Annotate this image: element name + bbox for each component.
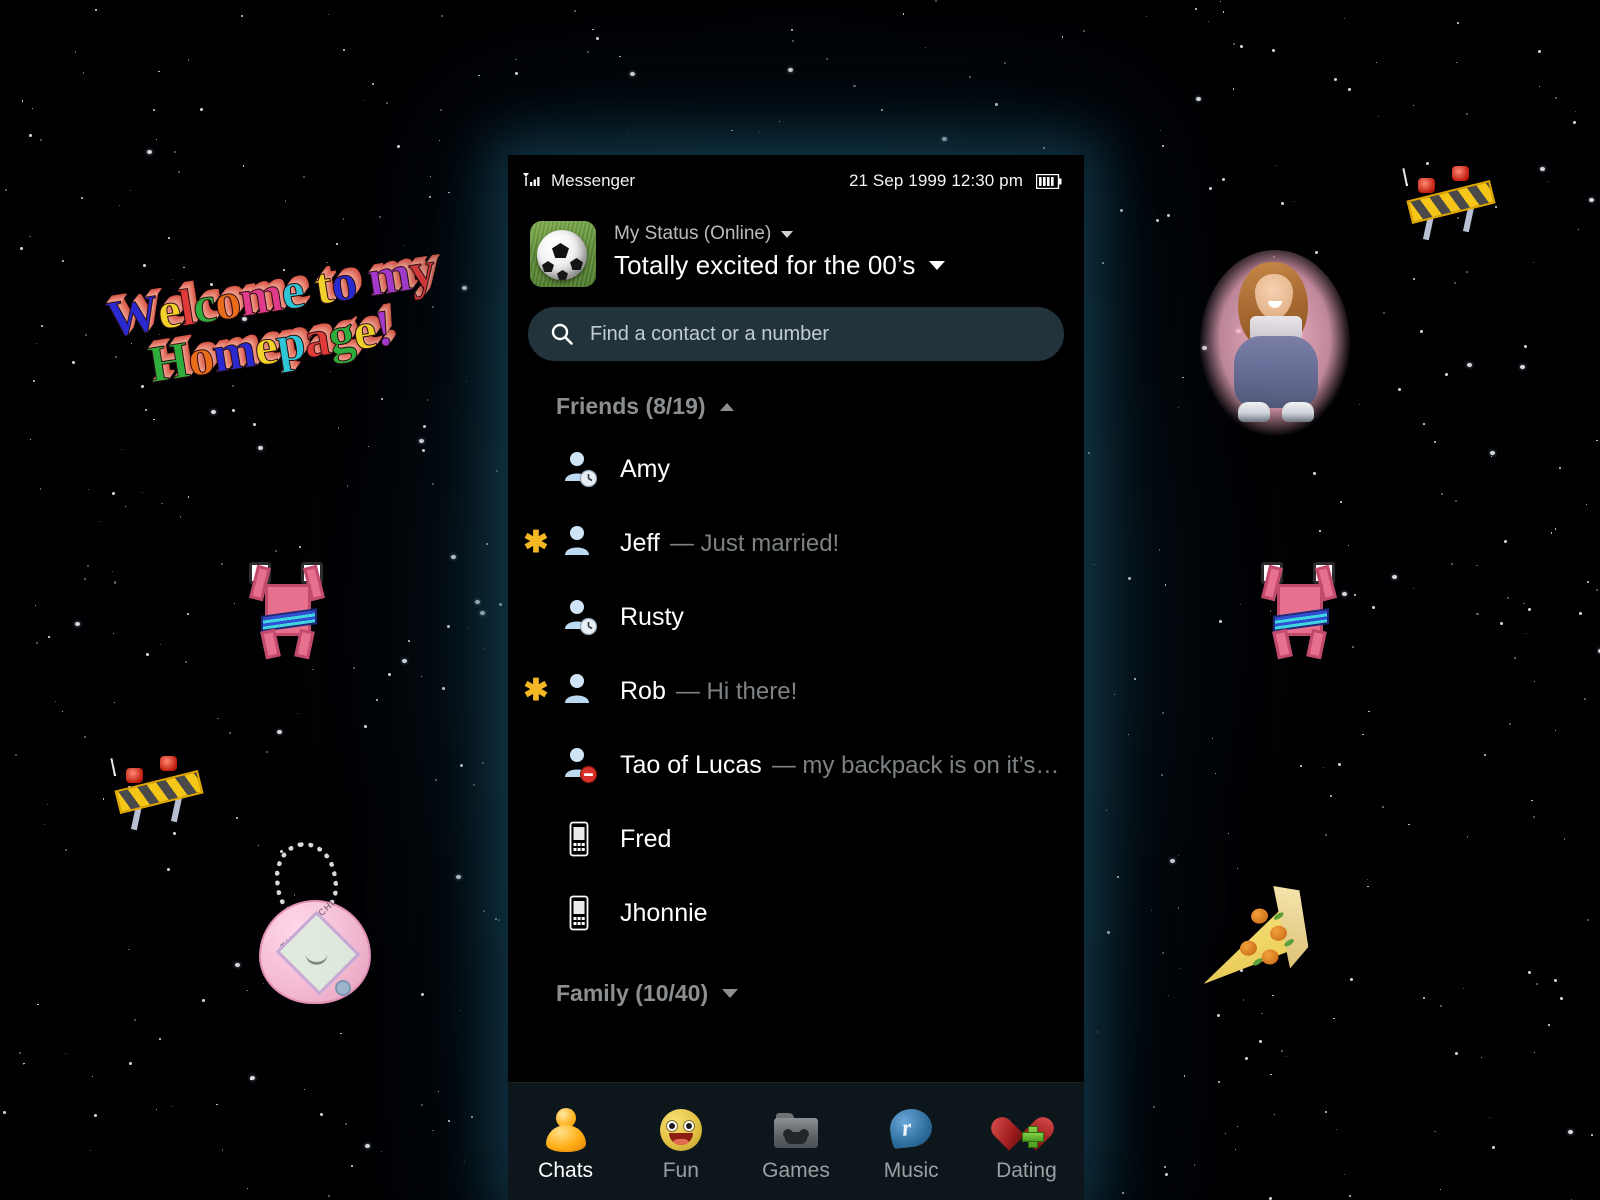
under-construction-left [108,748,218,838]
buddy-icon [556,524,602,562]
mood-message-selector[interactable]: Totally excited for the 00’s [614,250,946,281]
tab-label-games: Games [762,1158,830,1182]
messenger-phone-panel: Messenger 21 Sep 1999 12:30 pm My Status… [508,155,1084,1200]
realplayer-icon: r [888,1106,935,1153]
under-construction-right [1400,158,1510,248]
tab-label-fun: Fun [662,1158,699,1182]
tab-dating[interactable]: Dating [969,1101,1084,1183]
tab-chats[interactable]: Chats [508,1101,623,1183]
contact-name: Rusty [620,602,684,631]
tab-label-chats: Chats [538,1158,594,1182]
contact-name: Jeff [620,528,660,557]
contact-row-jhonnie[interactable]: ✱ Jhonnie [508,876,1084,950]
contact-status-message: — Just married! [669,529,840,557]
mobile-phone-icon [556,895,602,931]
game-folder-icon [773,1107,819,1153]
group-label-friends: Friends (8/19) [556,393,706,419]
unread-indicator: ✱ [523,526,549,559]
contact-row-jeff[interactable]: ✱ Jeff — Just married! [508,506,1084,580]
pink-pixel-creature-right [1255,560,1345,660]
app-title: Messenger [551,171,636,190]
battery-full-icon [1036,173,1062,189]
chevron-down-icon [722,989,739,998]
unread-indicator: ✱ [522,602,550,632]
unread-indicator: ✱ [522,750,550,780]
contact-row-amy[interactable]: ✱ Amy [508,432,1084,506]
smiley-face-icon [658,1107,704,1153]
contact-list[interactable]: Friends (8/19) ✱ Amy [508,367,1084,1082]
pink-pixel-creature-left [243,560,333,660]
contact-row-fred[interactable]: ✱ Fred [508,802,1084,876]
contact-name: Rob [620,676,666,705]
profile-header: My Status (Online) Totally excited for t… [508,207,1084,297]
search-box[interactable] [528,307,1064,361]
tamagotchi-sticker: TAMAGOTCHI [253,838,383,1004]
wordart-welcome-banner: Welcome to my Homepage! [103,241,440,395]
chevron-down-icon [781,230,794,238]
chevron-up-icon [719,402,734,411]
contact-status-message: — my backpack is on it’s… [771,751,1060,779]
desktop-background: Welcome to my Homepage! TAMAGOTCHI [0,0,1600,1200]
unread-indicator: ✱ [522,454,550,484]
buddy-icon [556,672,602,710]
msn-buddy-icon [543,1107,589,1153]
buddy-busy-icon [556,746,602,784]
group-header-friends[interactable]: Friends (8/19) [508,381,1084,432]
my-status-selector[interactable]: My Status (Online) [614,223,945,245]
group-header-family[interactable]: Family (10/40) [508,968,1084,1019]
contact-row-tao-of-lucas[interactable]: ✱ Tao of Lucas — my backpack is on it’s… [508,728,1084,802]
contact-name: Tao of Lucas [620,750,762,779]
unread-indicator: ✱ [522,824,550,854]
group-label-family: Family (10/40) [556,980,709,1006]
tab-label-music: Music [883,1158,939,1182]
contact-name: Jhonnie [620,898,708,927]
soccer-ball-avatar[interactable] [530,221,596,287]
search-icon [551,323,573,345]
tab-fun[interactable]: Fun [623,1101,738,1183]
buddy-away-icon [556,598,602,636]
status-bar: Messenger 21 Sep 1999 12:30 pm [508,155,1084,207]
contact-name: Fred [620,824,672,853]
contact-row-rusty[interactable]: ✱ Rusty [508,580,1084,654]
buddy-away-icon [556,450,602,488]
pizza-slice-sticker [1185,879,1318,992]
heart-plus-icon [987,1107,1059,1153]
mobile-phone-icon [556,821,602,857]
chevron-down-icon [929,261,946,270]
contact-status-message: — Hi there! [675,677,798,705]
contact-name: Amy [620,454,670,483]
tab-music[interactable]: r Music [854,1101,969,1183]
popstar-cutout-sticker [1200,250,1350,435]
my-status-label: My Status (Online) [614,223,772,244]
signal-bars-icon [523,173,540,186]
mood-message-text: Totally excited for the 00’s [614,250,916,280]
search-section [508,297,1084,367]
tab-games[interactable]: Games [738,1101,853,1183]
contact-row-rob[interactable]: ✱ Rob — Hi there! [508,654,1084,728]
bottom-tab-bar: Chats Fun Games r Music Dating [508,1082,1084,1200]
unread-indicator: ✱ [523,674,549,707]
tab-label-dating: Dating [996,1158,1057,1182]
status-datetime: 21 Sep 1999 12:30 pm [848,171,1023,190]
unread-indicator: ✱ [522,898,550,928]
search-input[interactable] [590,322,1042,346]
